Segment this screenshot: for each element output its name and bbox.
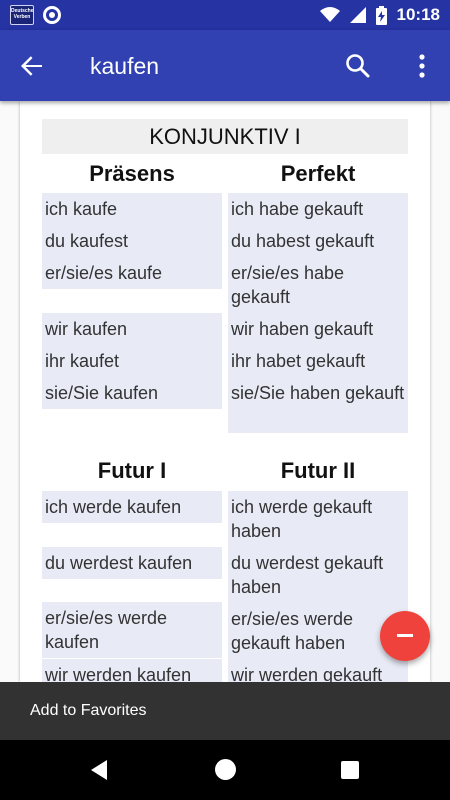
form-praesens-4: wir kaufen xyxy=(45,319,128,339)
cell-perfekt-singular: ich habe gekauft du habest gekauft er/si… xyxy=(228,193,408,313)
nav-back-icon[interactable] xyxy=(88,758,112,782)
conjugation-card: KONJUNKTIV I Präsens Perfekt ich kaufe d… xyxy=(20,101,430,682)
cell-futur2-2: du werdest gekauft haben xyxy=(228,547,408,603)
remove-favorite-button[interactable] xyxy=(380,611,430,661)
battery-charging-icon xyxy=(375,5,387,25)
page-title: kaufen xyxy=(90,53,160,79)
cell-praesens-singular: ich kaufe du kaufest er/sie/es kaufe xyxy=(42,193,222,289)
arrow-left-icon[interactable] xyxy=(16,50,48,82)
snackbar: Add to Favorites xyxy=(0,682,450,740)
form-praesens-3: er/sie/es kaufe xyxy=(45,263,163,283)
signal-icon xyxy=(349,7,366,23)
remove-icon xyxy=(397,634,413,637)
form-futur1-2: du werdest kaufen xyxy=(45,553,193,573)
form-perfekt-3: er/sie/es habe gekauft xyxy=(231,263,345,307)
form-futur1-1: ich werde kaufen xyxy=(45,497,182,517)
cell-futur1-2: du werdest kaufen xyxy=(42,547,222,579)
app-logo-icon: Deutsche Verben xyxy=(10,5,34,25)
snackbar-text: Add to Favorites xyxy=(30,702,147,719)
form-praesens-6: sie/Sie kaufen xyxy=(45,383,159,403)
search-icon[interactable] xyxy=(342,50,374,82)
nav-recents-icon[interactable] xyxy=(341,761,359,779)
section-title: KONJUNKTIV I xyxy=(42,119,408,154)
cell-futur1-1: ich werde kaufen xyxy=(42,491,222,523)
cell-futur2-4: wir werden gekauft xyxy=(228,659,408,682)
wifi-icon xyxy=(319,7,340,22)
form-perfekt-5: ihr habet gekauft xyxy=(231,351,366,371)
heading-praesens: Präsens xyxy=(89,161,175,186)
form-futur2-3: er/sie/es werde gekauft haben xyxy=(231,609,354,653)
app-bar: kaufen xyxy=(0,30,450,101)
heading-futur1: Futur I xyxy=(97,458,167,483)
cell-futur2-1: ich werde gekauft haben xyxy=(228,491,408,547)
form-perfekt-4: wir haben gekauft xyxy=(231,319,374,339)
form-futur2-4: wir werden gekauft xyxy=(231,665,383,682)
form-perfekt-1: ich habe gekauft xyxy=(231,199,364,219)
form-futur1-3: er/sie/es werde kaufen xyxy=(45,608,168,652)
form-futur2-2: du werdest gekauft haben xyxy=(231,553,384,597)
nav-home-icon[interactable] xyxy=(215,759,236,780)
form-perfekt-6: sie/Sie haben gekauft xyxy=(231,383,405,403)
status-bar: Deutsche Verben 10:18 xyxy=(0,0,450,30)
ring-icon xyxy=(43,6,61,24)
form-praesens-2: du kaufest xyxy=(45,231,129,251)
form-praesens-1: ich kaufe xyxy=(45,199,118,219)
system-icons: 10:18 xyxy=(319,4,440,26)
heading-perfekt: Perfekt xyxy=(280,161,356,186)
form-perfekt-2: du habest gekauft xyxy=(231,231,375,251)
cell-futur1-3: er/sie/es werde kaufen xyxy=(42,602,222,658)
form-futur2-1: ich werde gekauft haben xyxy=(231,497,373,541)
heading-futur2: Futur II xyxy=(280,458,356,483)
cell-praesens-plural: wir kaufen ihr kaufet sie/Sie kaufen xyxy=(42,313,222,409)
cell-futur1-4: wir werden kaufen xyxy=(42,659,222,682)
cell-perfekt-plural: wir haben gekauft ihr habet gekauft sie/… xyxy=(228,313,408,433)
more-vert-icon[interactable] xyxy=(410,50,434,82)
form-futur1-4: wir werden kaufen xyxy=(45,665,192,682)
clock: 10:18 xyxy=(396,5,440,24)
navigation-bar xyxy=(0,740,450,800)
form-praesens-5: ihr kaufet xyxy=(45,351,120,371)
